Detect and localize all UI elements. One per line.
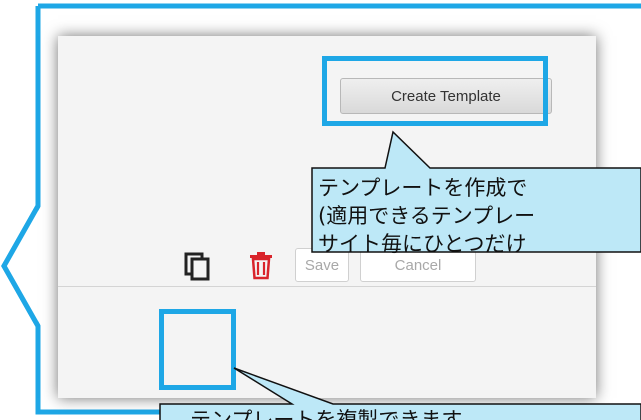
callout-line: (適用できるテンプレー — [318, 204, 536, 228]
top-callout-text: テンプレートを作成で (適用できるテンプレー サイト毎にひとつだけ — [318, 174, 641, 258]
callout-line: サイト毎にひとつだけ — [318, 232, 527, 256]
callout-line: テンプレートを作成で — [318, 176, 528, 200]
bottom-callout-text: テンプレートを複製できます — [190, 408, 463, 420]
